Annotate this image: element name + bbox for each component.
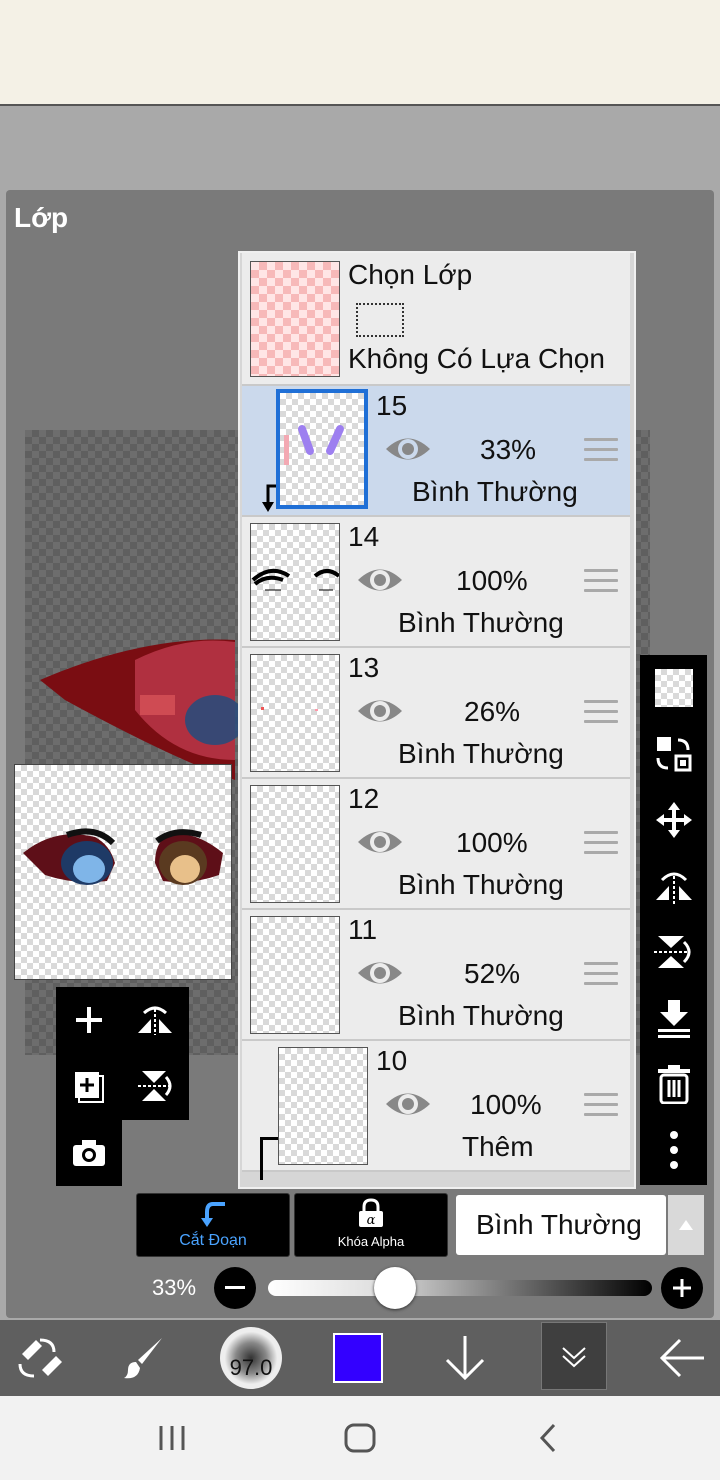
layer-opacity: 52% (464, 958, 521, 989)
add-layer-icon[interactable] (56, 987, 122, 1053)
merge-down-icon[interactable] (640, 985, 707, 1051)
color-swatch[interactable] (330, 1320, 386, 1396)
select-layer-row[interactable]: Chọn Lớp Không Có Lựa Chọn (242, 253, 630, 386)
svg-text:α: α (367, 1213, 376, 1228)
opacity-slider-row: 33% (0, 1258, 720, 1318)
layer-row[interactable]: 13 26% Bình Thường (242, 648, 630, 779)
visibility-eye-icon[interactable] (356, 694, 404, 728)
bottom-toolbar: 97.0 (0, 1320, 720, 1396)
layer-number: 10 (376, 1045, 408, 1076)
layer-list: Chọn Lớp Không Có Lựa Chọn 15 33% Bình T… (238, 251, 636, 1189)
visibility-eye-icon[interactable] (356, 956, 404, 990)
system-navigation-bar (0, 1396, 720, 1480)
layer-number: 15 (376, 390, 408, 421)
layer-thumbnail (250, 785, 340, 903)
layer-number: 14 (348, 521, 380, 552)
down-arrow-icon[interactable] (430, 1320, 500, 1396)
layer-thumbnail (250, 523, 341, 641)
layer-thumbnail (276, 389, 368, 509)
layer-thumbnail (278, 1047, 368, 1165)
layer-blend-mode: Bình Thường (398, 869, 564, 900)
clip-arrow-icon (201, 1200, 229, 1233)
visibility-eye-icon[interactable] (356, 825, 404, 859)
top-toolbar-area (0, 0, 720, 106)
layer-number: 13 (348, 652, 380, 683)
blend-mode-value: Bình Thường (476, 1209, 642, 1240)
clip-bracket-icon (260, 1137, 279, 1180)
drag-handle-icon[interactable] (584, 1093, 618, 1119)
blend-mode-select[interactable]: Bình Thường (456, 1195, 666, 1255)
layer-thumbnail (250, 916, 340, 1034)
layer-blend-mode: Bình Thường (398, 1000, 564, 1031)
layer-blend-mode: Bình Thường (398, 607, 564, 638)
layer-opacity: 26% (464, 696, 521, 727)
add-copy-icon[interactable] (56, 1053, 122, 1119)
alpha-lock-label: Khóa Alpha (337, 1234, 405, 1249)
more-icon[interactable] (640, 1117, 707, 1183)
opacity-slider-track[interactable] (268, 1280, 652, 1296)
layer-row[interactable]: 10 100% Thêm (242, 1041, 630, 1180)
layer-number: 11 (348, 914, 378, 945)
brush-size-icon[interactable]: 97.0 (218, 1320, 284, 1396)
current-color (333, 1333, 383, 1383)
collapse-icon[interactable] (541, 1322, 607, 1390)
panel-title: Lớp (14, 202, 69, 233)
layer-row[interactable]: 12 100% Bình Thường (242, 779, 630, 910)
checker-icon[interactable] (640, 655, 707, 721)
drag-handle-icon[interactable] (584, 962, 618, 988)
opacity-slider-thumb[interactable] (373, 1267, 416, 1309)
flip-vertical-icon[interactable] (640, 919, 707, 985)
visibility-eye-icon[interactable] (356, 563, 404, 597)
alpha-lock-button[interactable]: α Khóa Alpha (294, 1193, 448, 1257)
flip-horizontal-icon[interactable] (122, 987, 188, 1053)
selection-thumbnail (250, 261, 340, 377)
selection-rect-icon (356, 303, 404, 337)
layer-number: 12 (348, 783, 380, 814)
lock-icon: α (357, 1198, 385, 1233)
clip-label: Cắt Đoạn (179, 1232, 247, 1249)
layer-thumbnail (250, 654, 340, 772)
brush-size-value: 97.0 (229, 1355, 273, 1380)
opacity-label: 33% (152, 1275, 197, 1300)
layer-opacity: 33% (480, 434, 537, 465)
flip-horizontal-icon[interactable] (640, 853, 707, 919)
home-icon[interactable] (342, 1422, 378, 1459)
flip-vertical-icon[interactable] (122, 1053, 188, 1119)
visibility-eye-icon[interactable] (384, 1087, 432, 1121)
layer-opacity: 100% (456, 565, 528, 596)
trash-icon[interactable] (640, 1051, 707, 1117)
reference-preview (14, 764, 232, 980)
back-icon[interactable] (534, 1422, 562, 1459)
layer-row[interactable]: 14 100% Bình Thường (242, 517, 630, 648)
layer-opacity: 100% (470, 1089, 542, 1120)
layer-blend-mode: Bình Thường (412, 476, 578, 507)
visibility-eye-icon[interactable] (384, 432, 432, 466)
layer-blend-mode: Bình Thường (398, 738, 564, 769)
swap-tool-icon[interactable] (0, 1320, 80, 1396)
layer-row[interactable]: 15 33% Bình Thường (242, 386, 630, 517)
recent-apps-icon[interactable] (152, 1424, 192, 1457)
brush-icon[interactable] (104, 1320, 184, 1396)
camera-icon[interactable] (56, 1120, 122, 1186)
select-layer-title: Chọn Lớp (348, 259, 473, 290)
back-arrow-icon[interactable] (644, 1320, 720, 1396)
eyes-artwork (23, 828, 223, 885)
drag-handle-icon[interactable] (584, 569, 618, 595)
move-icon[interactable] (640, 787, 707, 853)
opacity-increase-button[interactable] (661, 1267, 703, 1309)
layer-opacity: 100% (456, 827, 528, 858)
layer-row[interactable]: 11 52% Bình Thường (242, 910, 630, 1041)
selection-status: Không Có Lựa Chọn (348, 343, 605, 374)
opacity-decrease-button[interactable] (214, 1267, 256, 1309)
layer-side-toolbar (640, 655, 707, 1185)
layer-blend-mode: Thêm (462, 1131, 534, 1162)
drag-handle-icon[interactable] (584, 700, 618, 726)
blend-mode-dropdown-icon[interactable] (668, 1195, 704, 1255)
drag-handle-icon[interactable] (584, 831, 618, 857)
clip-button[interactable]: Cắt Đoạn (136, 1193, 290, 1257)
copy-merge-icon[interactable] (640, 721, 707, 787)
drag-handle-icon[interactable] (584, 438, 618, 464)
